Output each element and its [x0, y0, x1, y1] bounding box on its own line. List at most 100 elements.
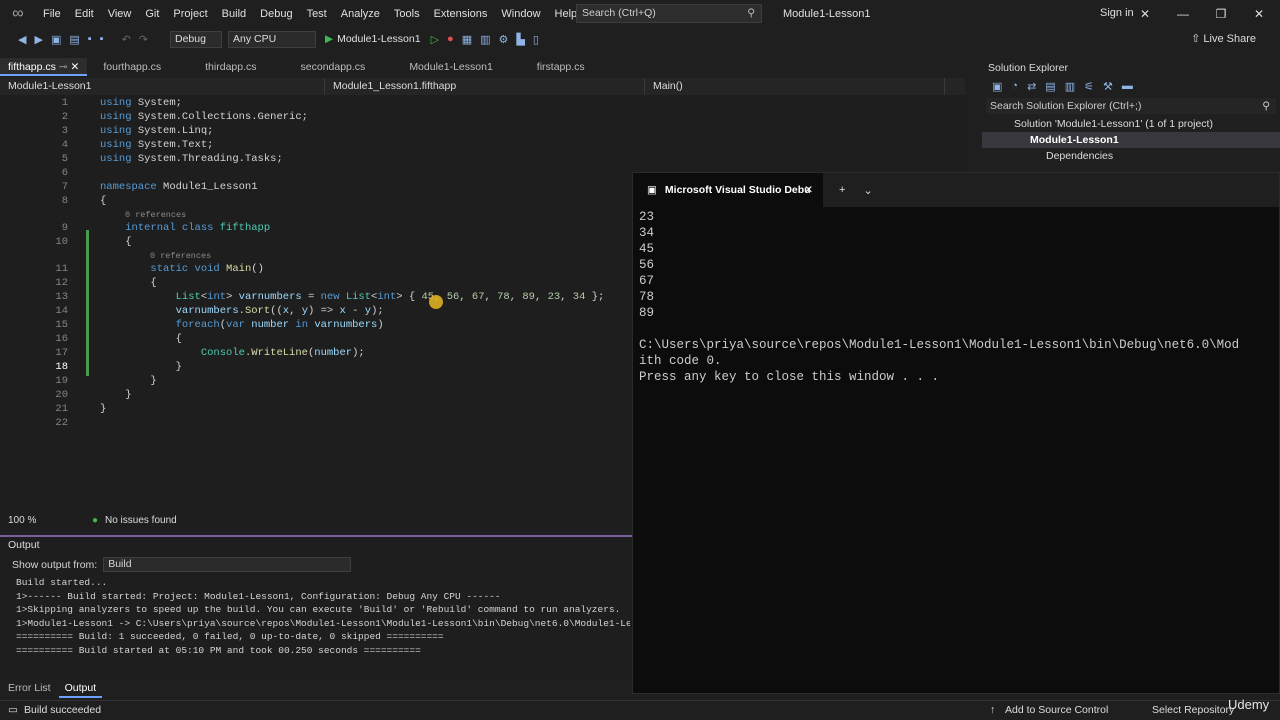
line-number: 9 [61, 222, 68, 234]
close-tab-icon[interactable]: ✕ [804, 184, 813, 196]
start-without-debugging-icon[interactable]: ▷ [431, 33, 439, 46]
menu-extensions[interactable]: Extensions [427, 0, 495, 28]
code-line: using System.Collections.Generic; [100, 111, 308, 123]
solution-node[interactable]: Solution 'Module1-Lesson1' (1 of 1 proje… [982, 116, 1280, 132]
menu-debug[interactable]: Debug [253, 0, 299, 28]
member-dropdown[interactable]: Main() [645, 78, 945, 95]
bookmark-icon[interactable]: ▯ [533, 33, 539, 46]
dependencies-node[interactable]: Dependencies [982, 148, 1280, 164]
refresh-icon[interactable]: ⇄ [1027, 80, 1036, 93]
project-label: Module1-Lesson1 [1030, 134, 1119, 146]
search-input[interactable]: Search (Ctrl+Q) ⚲ [576, 4, 762, 23]
restore-icon[interactable]: ❐ [1206, 0, 1236, 28]
sync-icon[interactable]: ▣ [992, 80, 1002, 93]
tab-firstapp[interactable]: firstapp.cs [529, 58, 593, 76]
output-line: 1>Module1-Lesson1 -> C:\Users\priya\sour… [16, 617, 630, 629]
code-line: { [100, 333, 182, 345]
configuration-value: Debug [175, 32, 206, 45]
code-line: { [100, 236, 132, 248]
properties-icon[interactable]: ⚒ [1103, 80, 1113, 93]
chevron-down-icon[interactable]: ⌄ [863, 184, 872, 197]
terminal-tab[interactable]: ▣ Microsoft Visual Studio Debu ✕ [633, 173, 823, 207]
menu-file[interactable]: File [36, 0, 68, 28]
line-number: 4 [61, 139, 68, 151]
zoom-level[interactable]: 100 % [8, 515, 36, 526]
tab-module1-lesson1[interactable]: Module1-Lesson1 [401, 58, 500, 76]
project-value: Module1-Lesson1 [8, 80, 92, 92]
debug-console-window[interactable]: ▣ Microsoft Visual Studio Debu ✕ + ⌄ 23 … [632, 172, 1280, 694]
history-icon[interactable]: ◔ [1011, 80, 1018, 92]
tab-thirdapp[interactable]: thirdapp.cs [197, 58, 264, 76]
terminal-line: 78 [639, 290, 655, 304]
live-share-button[interactable]: ⇧ Live Share [1191, 28, 1256, 50]
tab-fifthapp[interactable]: fifthapp.cs ⊸ ✕ [0, 58, 88, 76]
output-source-dropdown[interactable]: Build [103, 557, 352, 572]
issues-indicator[interactable]: No issues found [105, 515, 177, 526]
tab-secondapp[interactable]: secondapp.cs [293, 58, 374, 76]
line-number: 2 [61, 111, 68, 123]
output-title: Output [8, 539, 40, 551]
pin-icon[interactable]: ⊸ [59, 61, 68, 73]
tab-error-list[interactable]: Error List [0, 680, 59, 698]
toolbar-icon-a[interactable]: ▦ [462, 33, 472, 46]
type-dropdown[interactable]: Module1_Lesson1.fifthapp [325, 78, 645, 95]
code-line: namespace Module1_Lesson1 [100, 181, 258, 193]
menu-project[interactable]: Project [166, 0, 214, 28]
mouse-cursor-highlight [429, 295, 443, 309]
project-dropdown[interactable]: Module1-Lesson1 [0, 78, 325, 95]
menu-test[interactable]: Test [300, 0, 334, 28]
preview-icon[interactable]: ▬ [1122, 80, 1133, 92]
line-number: 12 [55, 277, 68, 289]
toolbar-icon-c[interactable]: ⚙ [499, 33, 509, 46]
pin-icon[interactable]: ✕ [1130, 0, 1160, 28]
status-bar: ▭ Build succeeded ↑ Add to Source Contro… [0, 697, 1280, 720]
sign-in-link[interactable]: Sign in [1100, 0, 1134, 26]
select-repository-button[interactable]: Select Repository [1152, 704, 1234, 716]
code-line: } [100, 375, 157, 387]
menu-edit[interactable]: Edit [68, 0, 101, 28]
window-title: Module1-Lesson1 [783, 8, 871, 20]
save-all-icon[interactable]: ▪ [100, 33, 104, 45]
menu-bar: ∞ File Edit View Git Project Build Debug… [0, 0, 1280, 28]
redo-icon[interactable]: ↷ [139, 33, 148, 46]
code-line: Console.WriteLine(number); [200, 347, 365, 359]
hot-reload-icon[interactable]: ● [447, 33, 454, 45]
terminal-tab-title: Microsoft Visual Studio Debu [664, 184, 811, 196]
codelens-references[interactable]: 0 references [150, 251, 211, 261]
toolbar-icon-b[interactable]: ▥ [480, 33, 490, 46]
menu-git[interactable]: Git [138, 0, 166, 28]
start-debugging-button[interactable]: ▶ Module1-Lesson1 [325, 33, 421, 45]
solution-search-input[interactable]: Search Solution Explorer (Ctrl+;) ⚲ [986, 98, 1276, 114]
codelens-references[interactable]: 0 references [125, 210, 186, 220]
configuration-dropdown[interactable]: Debug [170, 30, 222, 48]
forward-icon[interactable]: ▶ [34, 33, 42, 46]
close-tab-icon[interactable]: ✕ [71, 61, 80, 73]
close-icon[interactable]: ✕ [1244, 0, 1274, 28]
tab-output[interactable]: Output [58, 680, 103, 698]
show-all-icon[interactable]: ▥ [1065, 80, 1075, 93]
open-file-icon[interactable]: ▤ [69, 33, 79, 46]
udemy-watermark: Udemy [1228, 697, 1270, 712]
code-line: static void Main() [150, 263, 264, 275]
solution-explorer: Solution Explorer ▣ ◔ ⇄ ▤ ▥ ⚟ ⚒ ▬ Search Soluti… [982, 60, 1280, 172]
line-number: 21 [55, 403, 68, 415]
menu-build[interactable]: Build [215, 0, 253, 28]
add-to-source-control-button[interactable]: Add to Source Control [1005, 704, 1108, 716]
platform-dropdown[interactable]: Any CPU [228, 30, 316, 48]
menu-window[interactable]: Window [494, 0, 547, 28]
new-item-icon[interactable]: ▣ [51, 33, 61, 46]
toolbar-icon-d[interactable]: ▙ [516, 33, 524, 46]
menu-analyze[interactable]: Analyze [334, 0, 387, 28]
menu-tools[interactable]: Tools [387, 0, 427, 28]
filter-icon[interactable]: ⚟ [1084, 80, 1094, 93]
output-line: ========== Build: 1 succeeded, 0 failed,… [16, 631, 444, 642]
collapse-icon[interactable]: ▤ [1045, 80, 1055, 93]
project-node[interactable]: Module1-Lesson1 [982, 132, 1280, 148]
back-icon[interactable]: ◀ [18, 33, 26, 46]
undo-icon[interactable]: ↶ [122, 33, 131, 46]
menu-view[interactable]: View [101, 0, 139, 28]
save-icon[interactable]: ▪ [88, 33, 92, 45]
tab-fourthapp[interactable]: fourthapp.cs [95, 58, 169, 76]
new-tab-icon[interactable]: + [839, 184, 845, 196]
minimize-icon[interactable]: — [1168, 0, 1198, 28]
